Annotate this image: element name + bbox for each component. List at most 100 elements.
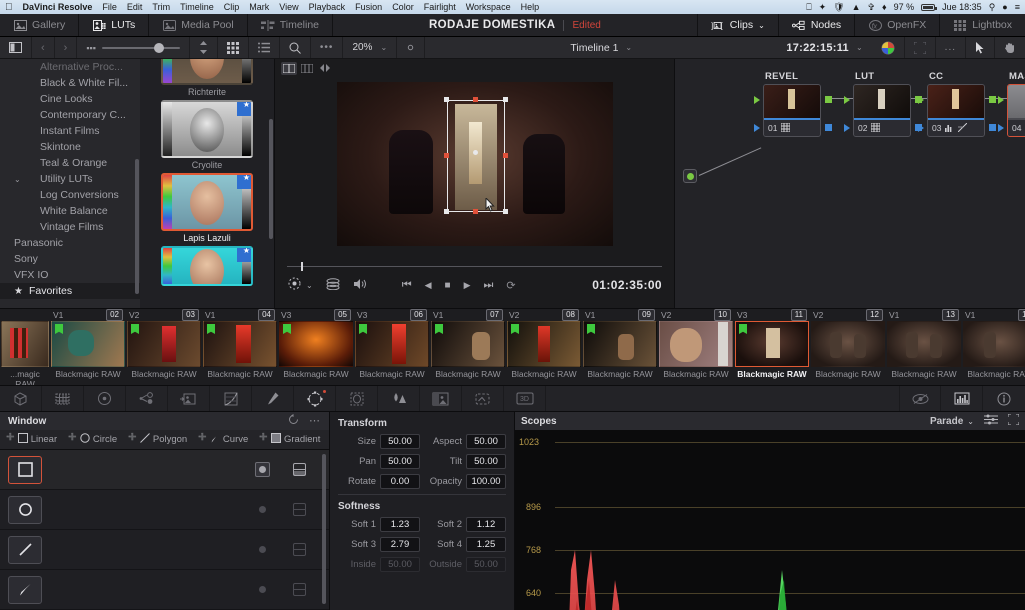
lut-thumbnail-grid[interactable]: Richterite Cryolite [140, 59, 274, 308]
pan-input[interactable]: 50.00 [380, 454, 420, 469]
lut-category-instant-films[interactable]: Instant Films [0, 123, 140, 139]
add-linear-window-button[interactable]: ➕ Linear [6, 433, 57, 446]
node-input-rgb[interactable] [754, 96, 760, 104]
node-input-key[interactable] [918, 124, 924, 132]
tilt-input[interactable]: 50.00 [466, 454, 506, 469]
lut-category-vfx-io[interactable]: VFX IO [0, 267, 140, 283]
nav-back-button[interactable]: ‹ [32, 37, 55, 58]
timeline-clip-strip[interactable]: ...magic RAW V1 02 Blackmagic RAW V2 03 Bl… [0, 308, 1025, 386]
sizing-icon[interactable] [462, 386, 504, 411]
audio-volume-icon[interactable] [353, 278, 368, 293]
viewer-grid-icon[interactable] [299, 62, 315, 75]
window-row-circle[interactable] [0, 490, 329, 530]
gallery-button[interactable]: Gallery [0, 14, 80, 36]
color-groups-icon[interactable] [126, 386, 168, 411]
clip-thumbnail[interactable] [127, 321, 201, 367]
battery-icon[interactable] [921, 3, 938, 11]
opacity-input[interactable]: 100.00 [466, 474, 506, 489]
timeline-clip[interactable]: V1 04 Blackmagic RAW [202, 309, 278, 385]
clip-thumbnail[interactable] [279, 321, 353, 367]
timeline-clip[interactable]: ...magic RAW [0, 309, 50, 385]
menu-color[interactable]: Color [392, 2, 414, 12]
lut-category-panasonic[interactable]: Panasonic [0, 235, 140, 251]
timeline-clip[interactable]: V1 14 Blackmagic RAW [962, 309, 1025, 385]
window-row-curve[interactable] [0, 570, 329, 610]
sort-order-button[interactable] [190, 37, 218, 58]
color-wheels-icon[interactable] [84, 386, 126, 411]
polygon-icon[interactable] [8, 535, 42, 564]
power-window-center-point[interactable] [472, 149, 478, 155]
menu-edit[interactable]: Edit [127, 2, 143, 12]
lut-category-black-and-white[interactable]: Black & White Fil... [0, 75, 140, 91]
node-input-rgb[interactable] [844, 96, 850, 104]
fit-view-button[interactable] [397, 37, 426, 58]
menu-view[interactable]: View [279, 2, 298, 12]
window-row-linear[interactable] [0, 450, 329, 490]
chevron-down-icon[interactable]: ⌄ [758, 21, 765, 30]
scope-settings-icon[interactable] [984, 414, 998, 428]
timeline-clip[interactable]: V2 08 Blackmagic RAW [506, 309, 582, 385]
grid-view-button[interactable] [218, 37, 249, 58]
list-view-button[interactable] [249, 37, 280, 58]
lut-item-lapis-lazuli[interactable]: Lapis Lazuli [161, 173, 253, 243]
power-window-handle-tl[interactable] [443, 96, 449, 102]
window-row-polygon[interactable] [0, 530, 329, 570]
timeline-chevron-down-icon[interactable]: ⌄ [625, 43, 632, 52]
clip-thumbnail[interactable] [431, 321, 505, 367]
lut-category-list[interactable]: Alternative Proc... Black & White Fil...… [0, 59, 140, 308]
onscreen-chevron-down-icon[interactable]: ⌄ [306, 281, 313, 290]
timeline-clip[interactable]: V1 02 Blackmagic RAW [50, 309, 126, 385]
timeline-clip[interactable]: V1 13 Blackmagic RAW [886, 309, 962, 385]
soft2-input[interactable]: 1.12 [466, 517, 506, 532]
clip-thumbnail[interactable] [811, 321, 885, 367]
info-icon[interactable] [983, 386, 1025, 411]
timecode-display[interactable]: 17:22:15:11 ⌄ [777, 37, 871, 58]
media-pool-button[interactable]: Media Pool [149, 14, 248, 36]
curves-icon[interactable] [210, 386, 252, 411]
node-input-rgb[interactable] [918, 96, 924, 104]
sidebar-toggle-button[interactable] [0, 37, 32, 58]
node-revel[interactable]: REVEL 01 [754, 71, 832, 137]
lut-category-vintage-films[interactable]: Vintage Films [0, 219, 140, 235]
search-button[interactable] [280, 37, 311, 58]
menu-mark[interactable]: Mark [249, 2, 269, 12]
timeline-clip-selected[interactable]: V3 11 Blackmagic RAW [734, 309, 810, 385]
power-window-handle-bl[interactable] [443, 208, 449, 214]
square-icon[interactable] [8, 455, 42, 484]
color-wheel-button[interactable] [872, 37, 905, 58]
viewer-stage[interactable] [275, 77, 674, 250]
window-enable-toggle[interactable] [255, 542, 270, 557]
lut-item-next[interactable] [161, 246, 253, 286]
add-gradient-window-button[interactable]: ➕ Gradient [259, 433, 320, 446]
window-invert-toggle[interactable] [292, 502, 307, 517]
favorite-badge-icon[interactable] [237, 248, 251, 262]
add-curve-window-button[interactable]: ➕ Curve [198, 433, 248, 446]
scopes-toggle-icon[interactable] [941, 386, 983, 411]
favorite-badge-icon[interactable] [237, 175, 251, 189]
timeline-clip[interactable]: V3 05 Blackmagic RAW [278, 309, 354, 385]
stop-button[interactable]: ■ [445, 280, 451, 291]
timeline-button[interactable]: Timeline [248, 14, 334, 36]
thumbnail-size-slider[interactable]: ▪▪▪ [77, 37, 190, 58]
apple-logo-icon[interactable]:  [5, 2, 13, 13]
clip-thumbnail[interactable] [735, 321, 809, 367]
clip-thumbnail[interactable] [963, 321, 1025, 367]
node-source-connector[interactable] [683, 169, 697, 183]
nav-forward-button[interactable]: › [55, 37, 78, 58]
screen-record-icon[interactable]: ⎕ [806, 2, 811, 13]
clip-thumbnail[interactable] [1, 321, 49, 367]
siri-icon[interactable]: ● [1002, 2, 1007, 12]
lut-thumbnail[interactable] [161, 59, 253, 85]
soft3-input[interactable]: 2.79 [380, 537, 420, 552]
lut-thumbnail[interactable] [161, 173, 253, 231]
menu-fairlight[interactable]: Fairlight [424, 2, 456, 12]
timeline-clip[interactable]: V1 09 Blackmagic RAW [582, 309, 658, 385]
zoom-level-control[interactable]: 20% ⌄ [343, 37, 398, 58]
node-input-key[interactable] [754, 124, 760, 132]
app-name-menu[interactable]: DaVinci Resolve [23, 2, 93, 12]
menu-playback[interactable]: Playback [309, 2, 346, 12]
lut-category-scrollbar[interactable] [135, 159, 139, 294]
color-match-icon[interactable] [42, 386, 84, 411]
stereo-3d-icon[interactable]: 3D [504, 386, 546, 411]
lut-category-alternative-processes[interactable]: Alternative Proc... [0, 59, 140, 75]
